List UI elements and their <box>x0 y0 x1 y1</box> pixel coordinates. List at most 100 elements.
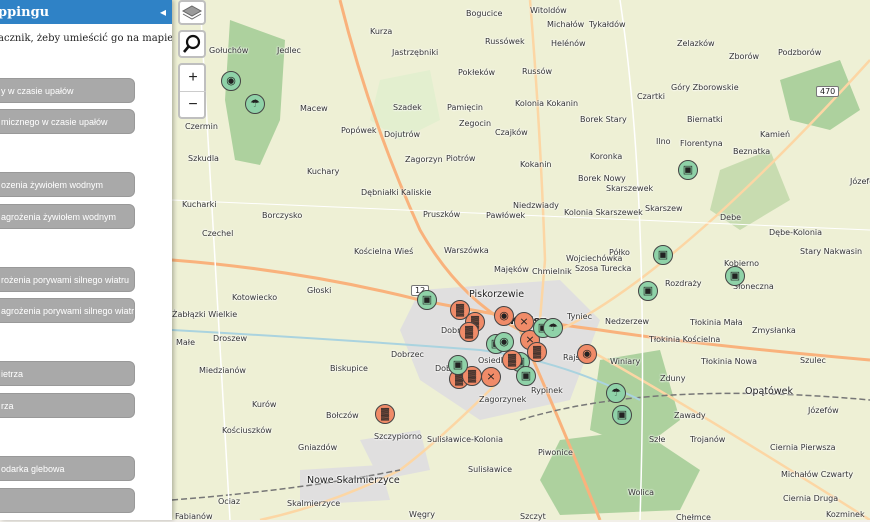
place-label: Michałów Czwarty <box>781 470 854 479</box>
place-label: Węgry <box>409 510 435 519</box>
place-label: Chełmce <box>676 513 711 522</box>
layer-toggle-button[interactable]: ozenia żywiołem wodnym <box>0 172 135 197</box>
water-drop-icon: ◉ <box>499 335 509 348</box>
panel-header: ppingu ◂ <box>0 0 172 24</box>
place-label: Dębniałki Kaliskie <box>361 188 432 197</box>
layers-control[interactable] <box>178 0 206 25</box>
map-marker[interactable]: ▣ <box>612 405 632 425</box>
map-marker[interactable]: ☂ <box>606 383 626 403</box>
place-label: Czermin <box>185 122 218 131</box>
factory-icon: ▓ <box>455 303 465 316</box>
zoom-out-button[interactable]: − <box>180 92 206 118</box>
map-marker[interactable]: ▓ <box>459 322 479 342</box>
place-label: Skarszew <box>645 204 683 213</box>
map-marker[interactable]: ▣ <box>678 160 698 180</box>
place-label: Ociaz <box>218 497 241 506</box>
place-label: Borek Stary <box>580 115 627 124</box>
bus-icon: ▣ <box>520 369 532 382</box>
place-label: Tłokinia Mała <box>690 318 743 327</box>
layers-icon <box>181 5 203 20</box>
place-label: Bogucice <box>466 9 503 18</box>
search-control[interactable] <box>178 30 206 58</box>
place-label: Józefów <box>850 177 870 186</box>
panel-hint: acznik, żeby umieścić go na mapie <box>0 33 172 44</box>
place-label: Russów <box>522 67 553 76</box>
map-marker[interactable]: ▓ <box>375 404 395 424</box>
place-label: Zduny <box>660 374 686 383</box>
place-label: Niedzwiady <box>513 201 559 210</box>
layer-toggle-button[interactable]: agrożenia żywiołem wodnym <box>0 204 135 229</box>
layer-toggle-button[interactable] <box>0 488 135 513</box>
place-label: Winiary <box>610 357 641 366</box>
place-label: Kolonia Kokanin <box>515 99 579 108</box>
place-label: Borczysko <box>262 211 303 220</box>
layer-toggle-button[interactable]: rożenia porywami silnego wiatru <box>0 267 135 292</box>
map-marker[interactable]: ◉ <box>494 332 514 352</box>
factory-icon: ▓ <box>467 369 477 382</box>
place-label: Majęków <box>494 265 529 274</box>
place-label: Pawłówek <box>486 211 526 220</box>
map-marker[interactable]: ▓ <box>527 342 547 362</box>
place-label: Ilno <box>656 137 671 146</box>
place-label: Zagorzynek <box>479 395 527 404</box>
place-label: Żabłązki Wielkie <box>172 310 238 319</box>
place-label: Zawady <box>674 411 706 420</box>
bus-icon: ▣ <box>729 269 741 282</box>
map-marker[interactable]: ▣ <box>725 266 745 286</box>
bus-icon: ▣ <box>452 358 464 371</box>
place-label: Warszówka <box>444 246 489 255</box>
map-marker[interactable]: ▣ <box>638 281 658 301</box>
road-number-shield: 470 <box>816 86 840 97</box>
map-marker[interactable]: ◉ <box>577 344 597 364</box>
place-label: Koronka <box>590 152 623 161</box>
zoom-control: + − <box>178 63 206 119</box>
place-label: Macew <box>300 104 328 113</box>
place-label: Rozdraży <box>665 279 702 288</box>
place-label: Szulec <box>800 356 826 365</box>
map-marker[interactable]: ⨯ <box>481 367 501 387</box>
place-label: Opątówek <box>745 386 793 397</box>
place-label: Podzborów <box>778 48 822 57</box>
place-label: Ciernia Pierwsza <box>770 443 836 452</box>
map-marker[interactable]: ☂ <box>543 318 563 338</box>
collapse-panel-icon[interactable]: ◂ <box>160 5 166 19</box>
map-marker[interactable]: ◉ <box>494 306 514 326</box>
layer-toggle-button[interactable]: agrożenia porywami silnego wiatru <box>0 298 135 323</box>
place-label: Zegocin <box>459 119 492 128</box>
place-label: Gniazdów <box>298 443 338 452</box>
layer-toggle-button[interactable]: odarka glebowa <box>0 456 135 481</box>
map-marker[interactable]: ▣ <box>448 355 468 375</box>
place-label: Czajków <box>495 128 528 137</box>
place-label: Witoldów <box>530 6 567 15</box>
umbrella-icon: ☂ <box>548 321 558 334</box>
layer-toggle-button[interactable]: micznego w czasie upałów <box>0 109 135 134</box>
panel-title: ppingu <box>0 4 50 20</box>
layer-toggle-button[interactable]: rza <box>0 393 135 418</box>
place-label: Szkudla <box>188 154 219 163</box>
place-label: Jastrzębniki <box>392 48 439 57</box>
map-marker[interactable]: ▣ <box>653 245 673 265</box>
map-marker[interactable]: ▣ <box>516 366 536 386</box>
layer-toggle-button[interactable]: y w czasie upałów <box>0 78 135 103</box>
map-marker[interactable]: ▣ <box>417 290 437 310</box>
place-label: Piskorzewie <box>469 289 525 300</box>
place-label: Kościuszków <box>222 426 272 435</box>
layer-toggle-button[interactable]: ietrza <box>0 361 135 386</box>
place-label: Półko <box>609 248 630 257</box>
place-label: Zelazków <box>677 39 715 48</box>
zoom-in-button[interactable]: + <box>180 65 206 92</box>
place-label: Szadek <box>393 103 422 112</box>
place-label: Tłokinia Nowa <box>701 357 757 366</box>
search-icon <box>183 34 201 53</box>
transmission-tower-icon: ⨯ <box>519 315 529 328</box>
place-label: Droszew <box>213 334 247 343</box>
map-marker[interactable]: ☂ <box>245 94 265 114</box>
map-marker[interactable]: ◉ <box>221 71 241 91</box>
map-marker[interactable]: ⨯ <box>514 312 534 332</box>
bus-icon: ▣ <box>682 163 694 176</box>
place-label: Piwonice <box>538 448 573 457</box>
place-label: Zagorzyn <box>405 155 443 164</box>
place-label: Trojanów <box>690 435 726 444</box>
place-label: Kuchary <box>307 167 340 176</box>
place-label: Pamięcin <box>447 103 483 112</box>
